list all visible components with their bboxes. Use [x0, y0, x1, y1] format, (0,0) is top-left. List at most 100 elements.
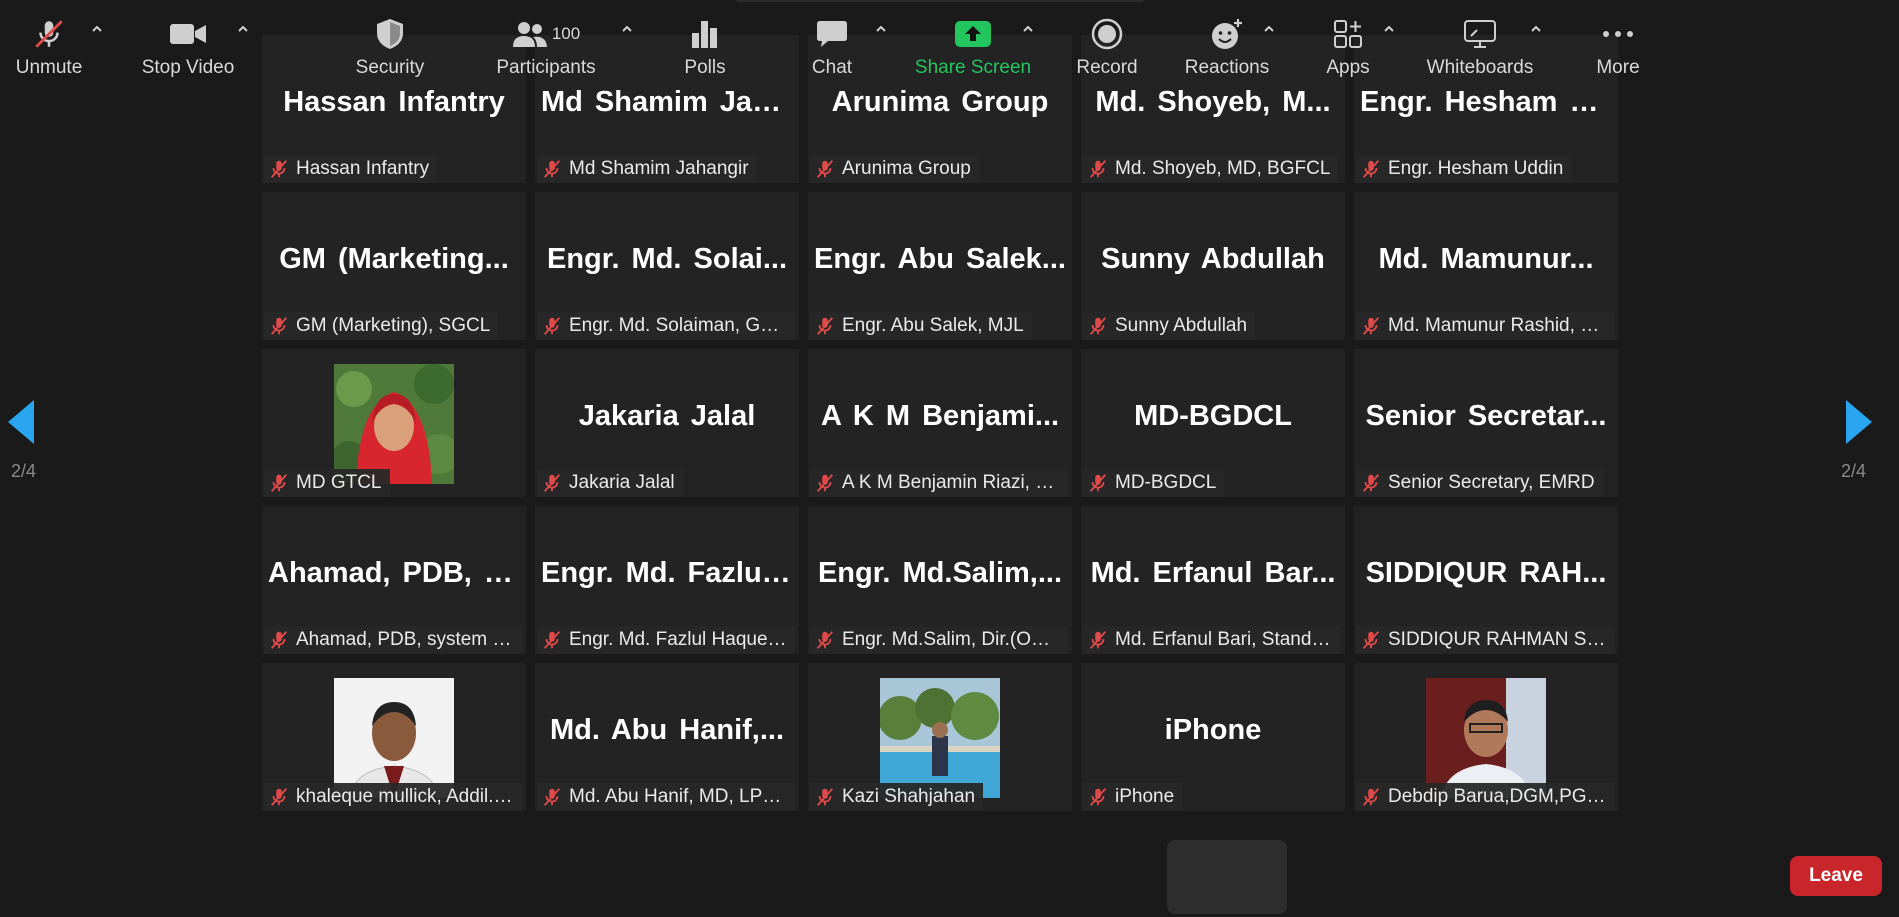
participant-tile[interactable]: A K M Benjami... A K M Benjamin Riazi, D… [808, 349, 1072, 497]
mic-muted-icon [1362, 160, 1380, 178]
share-screen-button[interactable]: Share Screen [915, 10, 1031, 82]
mic-muted-icon [543, 474, 561, 492]
participant-name-label: MD-BGDCL [1083, 469, 1225, 497]
participants-count: 100 [551, 24, 581, 43]
participant-tile[interactable]: Md. Mamunur... Md. Mamunur Rashid, D... [1354, 192, 1618, 340]
apps-options-chevron-up-icon[interactable] [1382, 22, 1396, 36]
participant-tile[interactable]: SIDDIQUR RAH... SIDDIQUR RAHMAN SAO... [1354, 506, 1618, 654]
participant-name-label: Engr. Abu Salek, MJL [810, 312, 1032, 340]
participant-name-label: Ahamad, PDB, system pla... [264, 626, 522, 654]
participant-photo [1426, 678, 1546, 798]
mic-muted-icon [816, 160, 834, 178]
mic-muted-icon [543, 631, 561, 649]
participant-photo [334, 678, 454, 798]
participant-name-label: Arunima Group [810, 155, 979, 183]
unmute-options-chevron-up-icon[interactable] [90, 22, 104, 36]
record-icon [1091, 18, 1123, 50]
mic-muted-icon [1089, 474, 1107, 492]
participant-tile[interactable]: Debdip Barua,DGM,PGCL. [1354, 663, 1618, 811]
polls-bar-chart-icon [692, 21, 717, 48]
participant-tile[interactable]: Md. Abu Hanif,... Md. Abu Hanif, MD, LPG… [535, 663, 799, 811]
participant-tile[interactable]: Engr. Md. Solai... Engr. Md. Solaiman, G… [535, 192, 799, 340]
participant-name-label: GM (Marketing), SGCL [264, 312, 499, 340]
participant-name-label: Kazi Shahjahan [810, 783, 984, 811]
participant-tile[interactable]: Md. Erfanul Bar... Md. Erfanul Bari, Sta… [1081, 506, 1345, 654]
polls-button[interactable]: Polls [682, 10, 728, 82]
mic-muted-icon [270, 160, 288, 178]
participant-tile[interactable]: Jakaria Jalal Jakaria Jalal [535, 349, 799, 497]
mic-muted-icon [816, 474, 834, 492]
participant-photo [880, 678, 1000, 798]
previous-page-arrow-icon[interactable] [8, 400, 34, 444]
chat-button[interactable]: Chat [810, 10, 854, 82]
participant-name-label: Md. Erfanul Bari, Standar... [1083, 626, 1341, 654]
participant-name-label: Jakaria Jalal [537, 469, 683, 497]
participant-name-label: Hassan Infantry [264, 155, 438, 183]
participant-tile[interactable]: Engr. Md. Fazlul... Engr. Md. Fazlul Haq… [535, 506, 799, 654]
share-options-chevron-up-icon[interactable] [1021, 22, 1035, 36]
participant-tile[interactable]: Engr. Abu Salek... Engr. Abu Salek, MJL [808, 192, 1072, 340]
participant-tile[interactable]: MD-BGDCL MD-BGDCL [1081, 349, 1345, 497]
share-screen-icon [955, 21, 991, 47]
whiteboards-options-chevron-up-icon[interactable] [1529, 22, 1543, 36]
leave-button[interactable]: Leave [1790, 856, 1882, 896]
page-indicator-left: 2/4 [11, 461, 37, 481]
participant-tile[interactable]: Senior Secretar... Senior Secretary, EMR… [1354, 349, 1618, 497]
mic-muted-icon [270, 317, 288, 335]
mic-muted-icon [816, 788, 834, 806]
reactions-active-bg [1167, 840, 1287, 914]
participant-name-label: iPhone [1083, 783, 1183, 811]
more-ellipsis-icon [1603, 31, 1633, 37]
reactions-button[interactable]: Reactions [1184, 10, 1270, 82]
participant-name-label: A K M Benjamin Riazi, Dir... [810, 469, 1068, 497]
apps-button[interactable]: Apps [1325, 10, 1371, 82]
mic-muted-icon [543, 317, 561, 335]
mic-off-icon [35, 20, 63, 48]
chat-options-chevron-up-icon[interactable] [874, 22, 888, 36]
participant-name-label: Engr. Md. Solaiman, GM_... [537, 312, 795, 340]
more-button[interactable]: More [1594, 10, 1642, 82]
mic-muted-icon [1362, 788, 1380, 806]
mic-muted-icon [1362, 631, 1380, 649]
mic-muted-icon [1089, 160, 1107, 178]
unmute-button[interactable]: Unmute [12, 10, 86, 82]
participant-name-label: Debdip Barua,DGM,PGCL. [1356, 783, 1614, 811]
mic-muted-icon [543, 160, 561, 178]
top-bar-handle[interactable] [735, 0, 1145, 2]
mic-muted-icon [816, 631, 834, 649]
participant-tile[interactable]: Sunny Abdullah Sunny Abdullah [1081, 192, 1345, 340]
mic-muted-icon [543, 788, 561, 806]
participant-tile[interactable]: MD GTCL [262, 349, 526, 497]
reactions-options-chevron-up-icon[interactable] [1262, 22, 1276, 36]
mic-muted-icon [1089, 788, 1107, 806]
next-page-arrow-icon[interactable] [1846, 400, 1872, 444]
mic-muted-icon [1362, 474, 1380, 492]
participant-name-label: Sunny Abdullah [1083, 312, 1256, 340]
security-button[interactable]: Security [354, 10, 426, 82]
participant-tile[interactable]: Kazi Shahjahan [808, 663, 1072, 811]
video-options-chevron-up-icon[interactable] [236, 22, 250, 36]
participants-icon [512, 22, 547, 47]
participant-tile[interactable]: Ahamad, PDB, s... Ahamad, PDB, system pl… [262, 506, 526, 654]
gallery-grid: Hassan Infantry Hassan Infantry Md Shami… [262, 35, 1618, 811]
participant-name-label: Md. Abu Hanif, MD, LPGL [537, 783, 795, 811]
whiteboards-button[interactable]: Whiteboards [1424, 10, 1536, 82]
participants-options-chevron-up-icon[interactable] [620, 22, 634, 36]
participants-button[interactable]: 100 Participants [496, 10, 596, 82]
stop-video-button[interactable]: Stop Video [142, 10, 234, 82]
participant-tile[interactable]: khaleque mullick, Addil. S... [262, 663, 526, 811]
mic-muted-icon [1089, 631, 1107, 649]
participant-name-label: Senior Secretary, EMRD [1356, 469, 1603, 497]
chat-bubble-icon [817, 21, 847, 47]
participant-name-label: Engr. Md. Fazlul Haque, G... [537, 626, 795, 654]
participant-name-label: Engr. Hesham Uddin [1356, 155, 1572, 183]
participant-photo [334, 364, 454, 484]
participant-name-label: Engr. Md.Salim, Dir.(Oper... [810, 626, 1068, 654]
page-indicator-right: 2/4 [1841, 461, 1867, 481]
participant-tile[interactable]: GM (Marketing... GM (Marketing), SGCL [262, 192, 526, 340]
participant-tile[interactable]: iPhone iPhone [1081, 663, 1345, 811]
participant-name-label: Md. Shoyeb, MD, BGFCL [1083, 155, 1339, 183]
participant-tile[interactable]: Engr. Md.Salim,... Engr. Md.Salim, Dir.(… [808, 506, 1072, 654]
mic-muted-icon [1089, 317, 1107, 335]
record-button[interactable]: Record [1076, 10, 1138, 82]
